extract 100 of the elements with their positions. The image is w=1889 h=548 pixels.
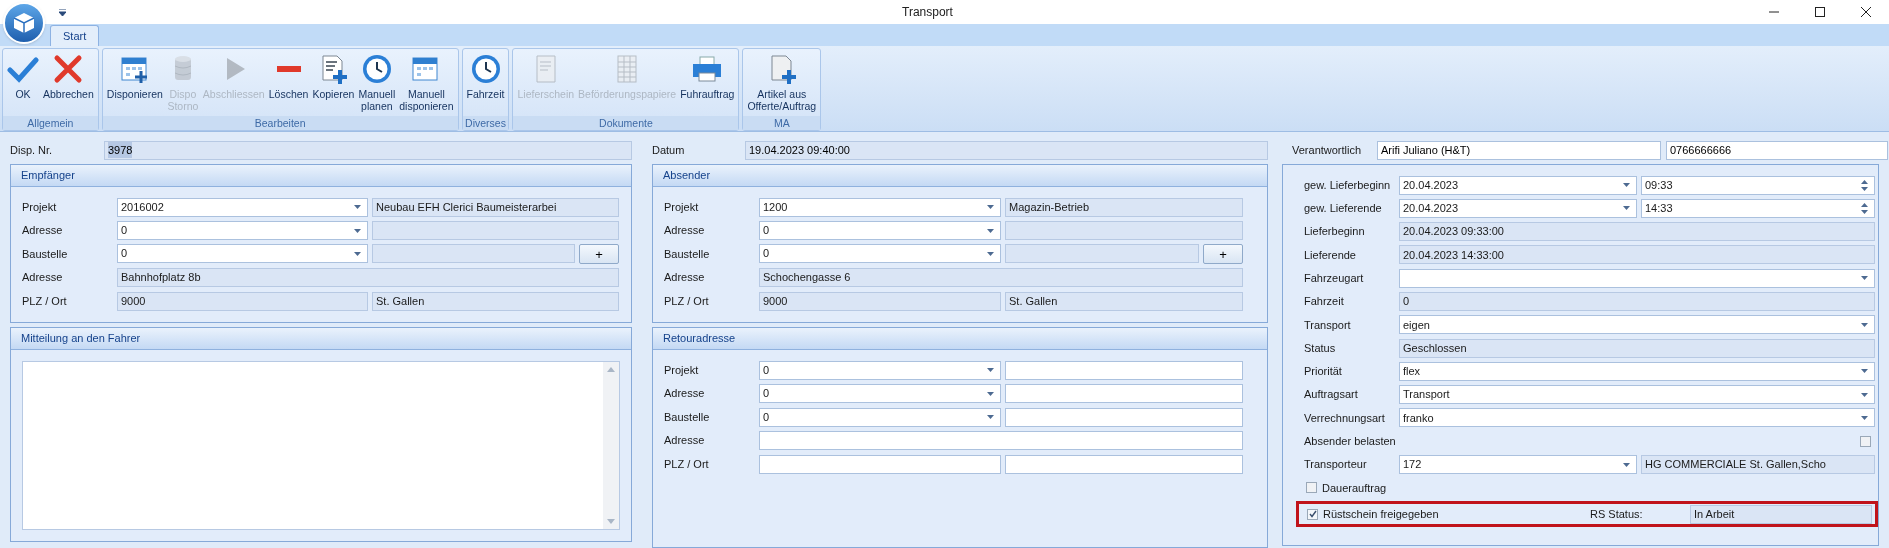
text-field[interactable] [1005,454,1243,474]
field-label: Datum [652,142,686,158]
dropdown-field[interactable]: franko [1399,408,1875,428]
phone-field[interactable]: 0766666666 [1666,140,1888,160]
caret-icon [354,251,361,256]
spin-arrows-icon [1861,178,1868,192]
dropdown-field[interactable]: 0 [759,221,1001,240]
caret-icon [58,8,66,16]
ribbon-button[interactable]: Artikel aus Offerte/Auftrag [745,53,819,112]
field-label: Verantwortlich [1291,142,1363,158]
caret-icon [987,251,994,256]
scroll-down-icon[interactable] [607,519,615,524]
ribbon-button[interactable]: Disponieren [104,53,165,100]
panel-header: Retouradresse [653,328,1267,350]
clock-icon [360,53,393,85]
field-label: Adresse [664,270,706,286]
ribbon-button[interactable]: Manuell planen [356,53,398,112]
group-label: Dokumente [513,116,739,130]
scroll-up-icon[interactable] [607,367,615,372]
field-label: Lieferbeginn [1304,224,1366,240]
field-label: Verrechnungsart [1304,410,1386,426]
dropdown-field[interactable]: 20.04.2023 [1399,175,1637,195]
ribbon-button[interactable]: Fuhrauftrag [678,53,737,100]
checkbox[interactable] [1307,508,1318,520]
close-icon [1861,7,1871,17]
dropdown-field[interactable]: 1200 [759,197,1001,217]
checkbox[interactable] [1860,435,1871,447]
message-field[interactable] [22,361,620,530]
dropdown-field[interactable]: eigen [1399,315,1875,335]
dropdown-field[interactable]: 0 [117,244,368,263]
group-label: Allgemein [3,116,98,130]
field-label: gew. Lieferende [1304,201,1383,217]
dropdown-field[interactable]: 0 [117,221,368,240]
field-label: Absender belasten [1304,434,1397,449]
caret-icon [1861,392,1868,397]
ribbon-button[interactable]: OK [5,53,41,100]
readonly-field: 9000 [759,291,1001,311]
panel-header: Empfänger [11,165,631,187]
checkbox[interactable] [1306,482,1317,494]
readonly-field: HG COMMERCIALE St. Gallen,Scho [1641,455,1875,475]
field-label: Projekt [664,362,700,378]
caret-icon [1861,322,1868,327]
readonly-field: 0 [1399,292,1875,311]
caret-icon [987,205,994,209]
dropdown-field[interactable]: 20.04.2023 [1399,198,1637,218]
checkmark-icon [1308,510,1317,519]
dropdown-field[interactable]: 0 [759,384,1001,403]
time-field[interactable]: 09:33 [1641,175,1875,195]
maximize-icon [1815,7,1825,17]
caret-icon [987,415,994,419]
dropdown-field[interactable] [1399,268,1875,288]
field-label: Status [1304,340,1337,356]
window-title: Transport [901,4,954,21]
dropdown-field[interactable]: 0 [759,407,1001,427]
scrollbar[interactable] [603,362,619,529]
caret-icon [354,228,361,233]
checkbox-label: Rüstschein freigegeben [1323,506,1440,522]
ribbon-button[interactable]: Abbrechen [41,53,96,100]
text-field[interactable] [1005,407,1243,427]
readonly-field: Schochengasse 6 [759,268,1243,287]
printer-icon [691,53,724,85]
text-field[interactable] [759,454,1001,474]
caret-icon [1623,462,1630,467]
text-field[interactable] [1005,360,1243,380]
readonly-field: Magazin-Betrieb [1005,197,1243,217]
dropdown-field[interactable]: 0 [759,360,1001,380]
text-field[interactable]: Arifi Juliano (H&T) [1377,140,1661,160]
field-label: Adresse [664,433,706,449]
group-label: MA [743,116,821,130]
ribbon-button[interactable]: Manuell disponieren [397,53,456,112]
text-field[interactable] [759,431,1243,450]
spin-arrows-icon [1861,201,1868,215]
caret-icon [987,228,994,233]
readonly-field: Neubau EFH Clerici Baumeisterarbei [372,197,619,217]
add-button[interactable]: + [579,244,619,264]
field-label: PLZ / Ort [664,456,710,472]
dropdown-field[interactable]: 2016002 [117,197,368,217]
dropdown-field[interactable]: flex [1399,361,1875,381]
ribbon-button[interactable]: Fahrzeit [464,53,507,100]
panel-header: Absender [653,165,1267,187]
dropdown-field[interactable]: Transport [1399,385,1875,405]
caret-icon [1861,369,1868,374]
text-field[interactable] [1005,384,1243,403]
time-field[interactable]: 14:33 [1641,198,1875,218]
group-label: Bearbeiten [102,116,458,130]
field-label: Lieferende [1304,247,1357,263]
ribbon-tab[interactable]: Start [50,25,100,46]
caret-icon [987,391,994,396]
caret-icon [987,368,994,372]
ribbon-button[interactable]: Löschen [266,53,311,100]
add-button[interactable]: + [1203,244,1243,264]
ribbon-button[interactable]: Kopieren [310,53,357,100]
field-label: Transport [1304,317,1352,333]
readonly-field: 3978 [104,140,632,160]
readonly-field: 9000 [117,291,368,311]
dropdown-field[interactable]: 0 [759,244,1001,263]
field-label: PLZ / Ort [664,293,710,309]
field-label: Projekt [664,199,700,215]
dropdown-field[interactable]: 172 [1399,455,1637,475]
minus-icon [276,66,301,72]
